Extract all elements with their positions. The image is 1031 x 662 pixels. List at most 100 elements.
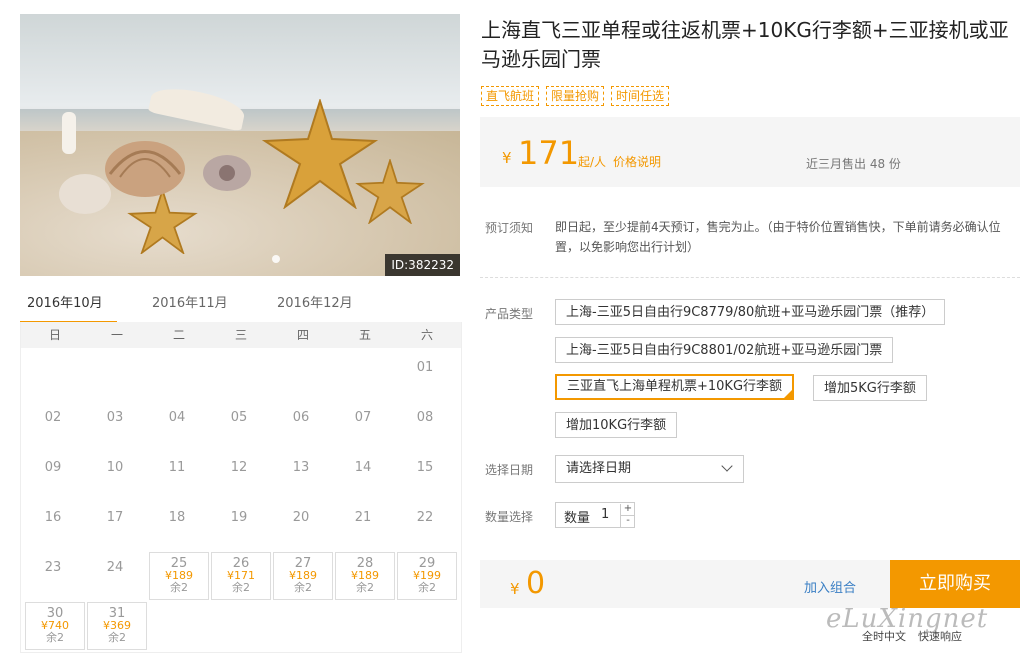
calendar-day-number: 09 (44, 460, 62, 475)
calendar-day: 08 (396, 402, 454, 448)
tag-limited-sale: 限量抢购 (546, 86, 605, 106)
product-title: 上海直飞三亚单程或往返机票+10KG行李额+三亚接机或亚马逊乐园门票 (481, 18, 1009, 71)
calendar-day: 16 (24, 502, 82, 548)
calendar-day-number: 02 (44, 410, 62, 425)
calendar-day-number: 04 (168, 410, 186, 425)
date-select-value: 请选择日期 (566, 461, 632, 476)
calendar-day-number: 07 (354, 410, 372, 425)
calendar-day-number: 18 (168, 510, 186, 525)
calendar-day: 14 (334, 452, 392, 498)
total-amount: 0 (526, 566, 546, 601)
service-fast: 快速响应 (918, 630, 962, 643)
calendar-day: 07 (334, 402, 392, 448)
calendar-day-number: 27 (294, 556, 312, 571)
calendar-day: 02 (24, 402, 82, 448)
calendar-weekday-header: 日 一 二 三 四 五 六 (21, 322, 461, 348)
calendar-day-number: 24 (106, 560, 124, 575)
calendar-day: 20 (272, 502, 330, 548)
tag-direct-flight: 直飞航班 (481, 86, 540, 106)
tab-month-december[interactable]: 2016年12月 (277, 293, 353, 321)
calendar-day: 19 (210, 502, 268, 548)
calendar-day-number: 08 (416, 410, 434, 425)
tab-month-october[interactable]: 2016年10月 (20, 293, 117, 324)
weekday-label: 日 (48, 328, 61, 342)
total-currency: ¥ (510, 580, 520, 598)
weekday-label: 五 (358, 328, 371, 342)
plus-button[interactable]: + (620, 504, 635, 515)
product-type-option-5[interactable]: 增加10KG行李额 (555, 412, 678, 438)
calendar-day-number: 01 (416, 360, 434, 375)
calendar-day-available[interactable]: 30 ¥740 余2 (25, 602, 85, 650)
sold-count: 近三月售出 48 份 (806, 157, 901, 171)
calendar-day-available[interactable]: 31 ¥369 余2 (87, 602, 147, 650)
calendar-day: 10 (86, 452, 144, 498)
starfish-small-icon (355, 159, 425, 224)
price-note-link[interactable]: 价格说明 (613, 153, 661, 170)
service-chinese: 全时中文 (862, 630, 906, 643)
price-box: ¥ 171 起/人 价格说明 近三月售出 48 份 (480, 117, 1020, 187)
calendar-day-number: 29 (418, 556, 436, 571)
calendar-day: 18 (148, 502, 206, 548)
price-unit: 起/人 (578, 155, 607, 169)
calendar-day-number: 11 (168, 460, 186, 475)
calendar-day-number: 16 (44, 510, 62, 525)
calendar-day-number: 21 (354, 510, 372, 525)
quantity-label: 数量选择 (485, 510, 534, 524)
calendar-day-available[interactable]: 25 ¥189 余2 (149, 552, 209, 600)
price-currency: ¥ (502, 149, 512, 167)
calendar-day-number: 15 (416, 460, 434, 475)
calendar-day: 11 (148, 452, 206, 498)
date-label: 选择日期 (485, 463, 534, 477)
add-combo-link[interactable]: 加入组合 (804, 577, 856, 596)
calendar-day-number: 13 (292, 460, 310, 475)
product-type-option-2[interactable]: 上海-三亚5日自由行9C8801/02航班+亚马逊乐园门票 (555, 337, 894, 363)
buy-now-button[interactable]: 立即购买 (890, 560, 1020, 608)
quantity-value[interactable]: 1 (601, 507, 609, 522)
calendar-day-number: 19 (230, 510, 248, 525)
date-select[interactable]: 请选择日期 (555, 455, 744, 483)
conch-icon (203, 155, 251, 191)
calendar-day-number: 12 (230, 460, 248, 475)
calendar-day: 12 (210, 452, 268, 498)
product-type-option-1[interactable]: 上海-三亚5日自由行9C8779/80航班+亚马逊乐园门票（推荐） (555, 299, 946, 325)
calendar-day-stock: 余2 (46, 631, 64, 644)
calendar-day-available[interactable]: 28 ¥189 余2 (335, 552, 395, 600)
weekday-label: 三 (234, 328, 247, 342)
calendar-day-number: 26 (232, 556, 250, 571)
calendar-day: 23 (24, 552, 82, 598)
shell-left-icon (59, 174, 111, 214)
calendar-day: 03 (86, 402, 144, 448)
calendar-day-number: 14 (354, 460, 372, 475)
calendar-day: 09 (24, 452, 82, 498)
calendar-day: 22 (396, 502, 454, 548)
calendar-day-number: 31 (108, 606, 126, 621)
tag-flexible-time: 时间任选 (611, 86, 670, 106)
calendar-day-available[interactable]: 29 ¥199 余2 (397, 552, 457, 600)
calendar-day-available[interactable]: 27 ¥189 余2 (273, 552, 333, 600)
quantity-stepper[interactable]: 数量 1 + - (555, 502, 635, 528)
calendar-day: 04 (148, 402, 206, 448)
product-type-option-3-selected[interactable]: 三亚直飞上海单程机票+10KG行李额 (555, 374, 795, 400)
product-tags: 直飞航班 限量抢购 时间任选 (481, 85, 676, 106)
product-type-option-4[interactable]: 增加5KG行李额 (813, 375, 927, 401)
calendar-day-number: 06 (292, 410, 310, 425)
tab-month-november[interactable]: 2016年11月 (152, 293, 228, 321)
calendar-day-stock: 余2 (294, 581, 312, 594)
calendar-day: 05 (210, 402, 268, 448)
calendar-day-number: 28 (356, 556, 374, 571)
minus-button[interactable]: - (620, 515, 635, 527)
photo-person (62, 112, 76, 154)
calendar-day: 24 (86, 552, 144, 598)
photo-id-badge: ID:382232 (385, 254, 460, 276)
calendar-day: 17 (86, 502, 144, 548)
service-badges: 全时中文 快速响应 (862, 628, 974, 644)
divider (480, 277, 1020, 278)
quantity-text: 数量 (564, 511, 591, 526)
calendar-day: 01 (396, 352, 454, 398)
calendar: 日 一 二 三 四 五 六 01 02 03 04 05 06 07 08 09 10 11 12 13… (20, 322, 462, 653)
calendar-day-number: 25 (170, 556, 188, 571)
calendar-day-available[interactable]: 26 ¥171 余2 (211, 552, 271, 600)
carousel-dot[interactable] (272, 255, 280, 263)
calendar-day-number: 23 (44, 560, 62, 575)
notice-label: 预订须知 (485, 221, 534, 235)
